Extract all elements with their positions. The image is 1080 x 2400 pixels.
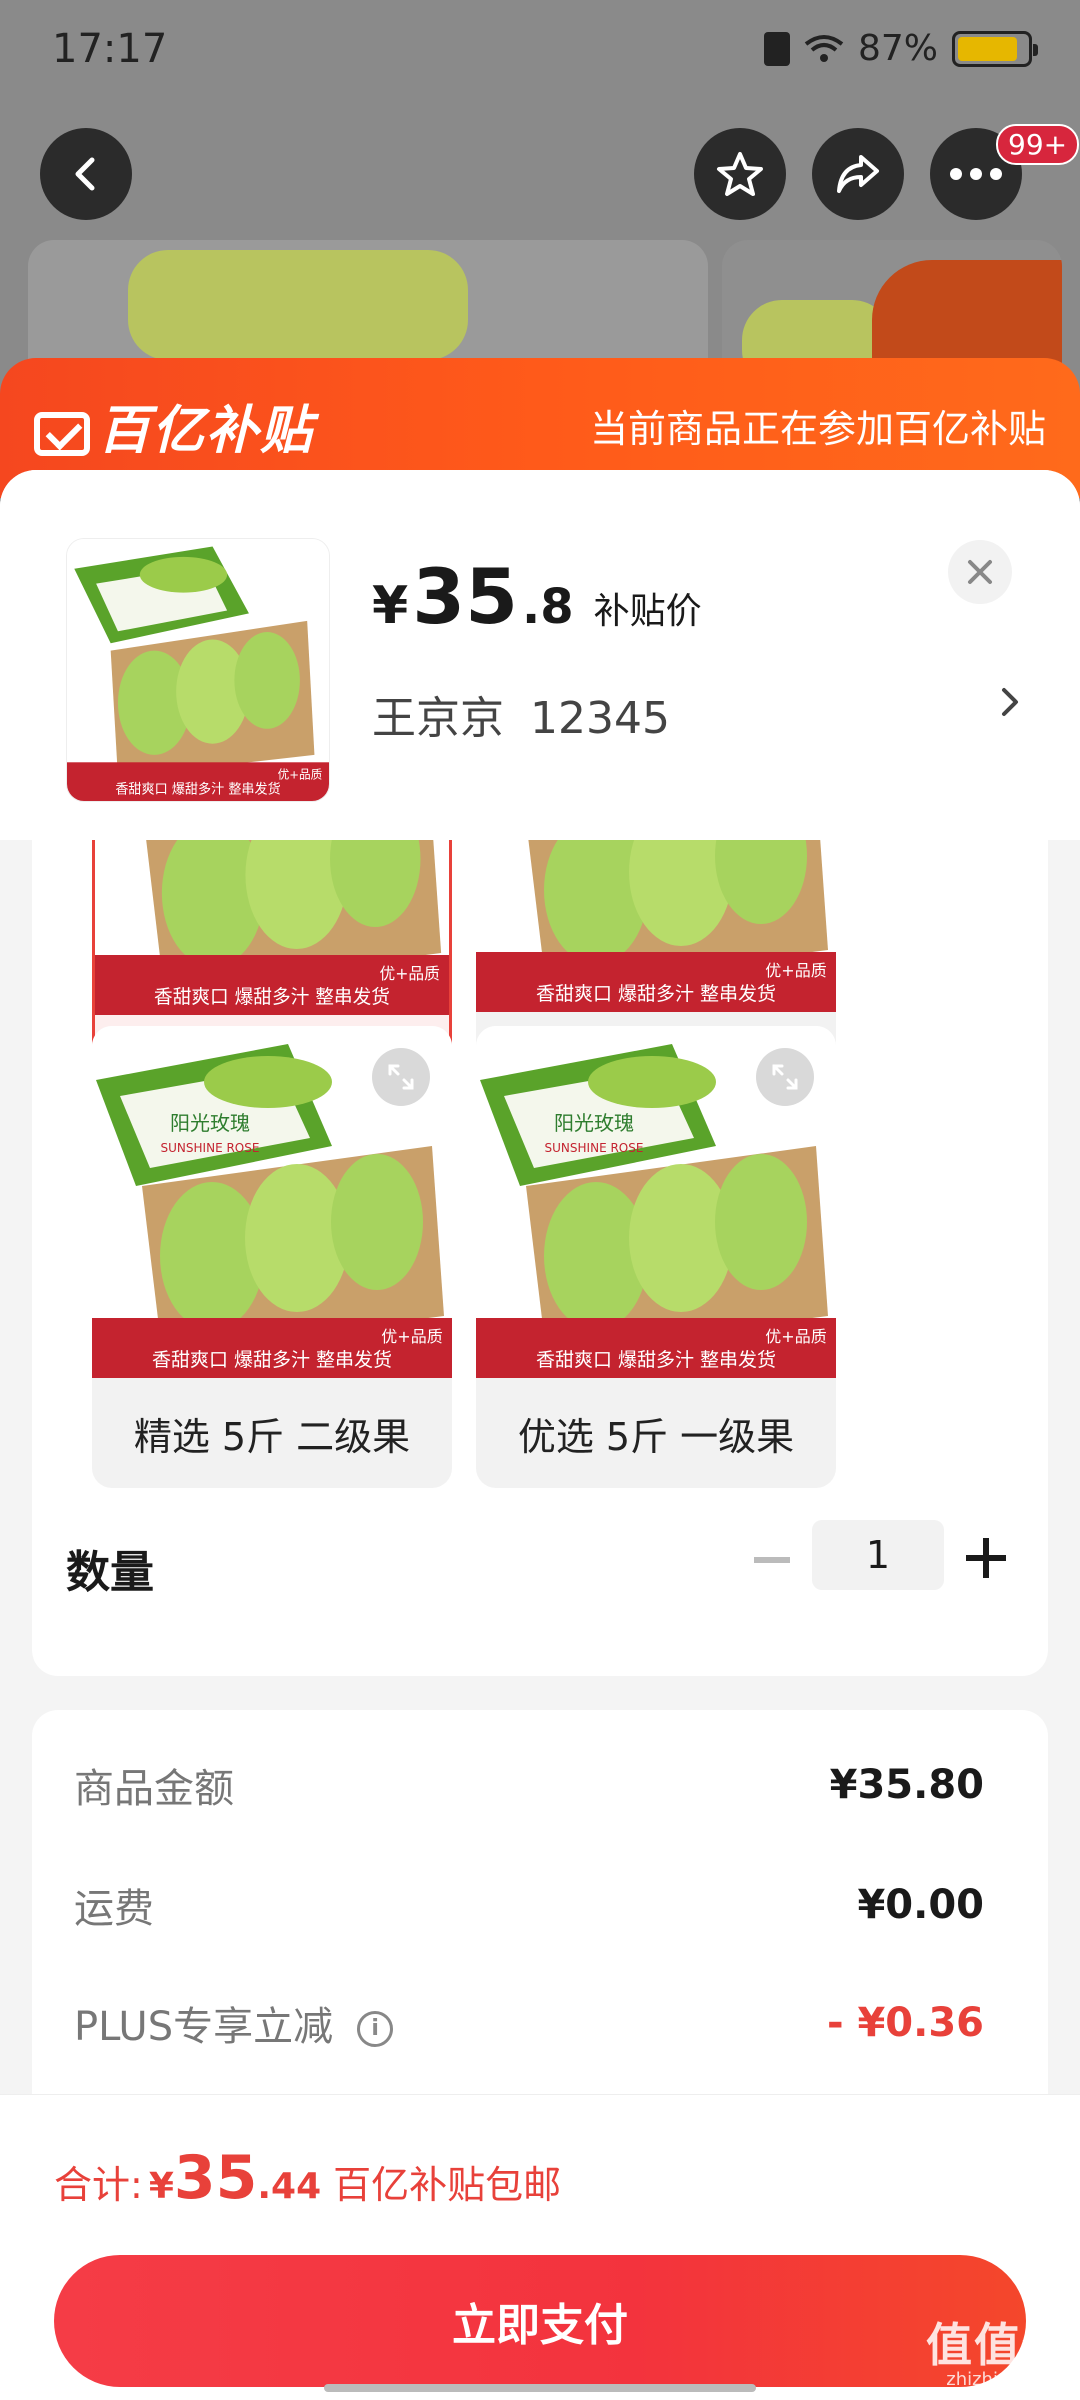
subsidy-logo: 百亿补贴 <box>34 388 314 463</box>
svg-text:香甜爽口 爆甜多汁 整串发货: 香甜爽口 爆甜多汁 整串发货 <box>536 1349 776 1371</box>
chevron-left-icon <box>75 157 95 191</box>
variant-label: 精选 5斤 二级果 <box>133 1414 411 1459</box>
shipping-address[interactable]: 王京京 12345 <box>372 682 696 746</box>
watermark-url: zhizhizhi.com <box>946 2369 1068 2390</box>
cost-label: PLUS专享立减 <box>74 2004 334 2050</box>
svg-text:香甜爽口 爆甜多汁 整串发货: 香甜爽口 爆甜多汁 整串发货 <box>152 1349 392 1371</box>
variant-option[interactable]: 阳光玫瑰 SUNSHINE ROSE 香甜爽口 爆甜多汁 整串发货 优+品质 优… <box>476 1026 836 1488</box>
sim-icon <box>763 31 790 66</box>
battery-icon <box>952 30 1038 67</box>
variant-image: 阳光玫瑰 SUNSHINE ROSE 香甜爽口 爆甜多汁 整串发货 优+品质 <box>476 1026 836 1378</box>
back-button[interactable] <box>40 128 132 220</box>
svg-text:优+品质: 优+品质 <box>278 768 323 782</box>
checkout-bar: 合计: ¥35.44 百亿补贴包邮 立即支付 值值值 zhizhizhi.com <box>0 2094 1080 2400</box>
subsidy-note: 当前商品正在参加百亿补贴 <box>589 407 1046 451</box>
expand-image-button[interactable] <box>372 1048 430 1106</box>
grape-box-image: 阳光玫瑰 SUNSHINE ROSE 香甜爽口 爆甜多汁 整串发货 优+品质 <box>95 840 449 1015</box>
share-icon <box>837 155 879 193</box>
cost-summary: 商品金额 ¥35.80 运费 ¥0.00 PLUS专享立减 i - ¥0.36 <box>32 1710 1048 2130</box>
notification-badge: 99+ <box>996 124 1080 165</box>
cost-row-plus-discount: PLUS专享立减 i - ¥0.36 <box>74 1994 984 2052</box>
price-tag: 补贴价 <box>593 591 702 632</box>
cost-value: ¥35.80 <box>829 1762 984 1808</box>
svg-text:优+品质: 优+品质 <box>765 961 826 980</box>
pay-now-button[interactable]: 立即支付 <box>54 2255 1026 2387</box>
battery-percent: 87% <box>857 28 938 69</box>
subsidy-check-icon <box>34 412 90 456</box>
variant-image: 阳光玫瑰 SUNSHINE ROSE 香甜爽口 爆甜多汁 整串发货 优+品质 <box>476 840 836 1012</box>
svg-text:香甜爽口 爆甜多汁 整串发货: 香甜爽口 爆甜多汁 整串发货 <box>154 986 390 1008</box>
recipient-name: 王京京 <box>372 693 504 744</box>
star-icon <box>717 152 763 196</box>
variant-option[interactable]: 阳光玫瑰 SUNSHINE ROSE 香甜爽口 爆甜多汁 整串发货 优+品质 精… <box>92 1026 452 1488</box>
expand-image-button[interactable] <box>756 1048 814 1106</box>
cost-row-shipping: 运费 ¥0.00 <box>74 1876 984 1934</box>
cost-label: 商品金额 <box>74 1766 234 1812</box>
svg-text:优+品质: 优+品质 <box>381 1327 442 1346</box>
favorite-button[interactable] <box>694 128 786 220</box>
total-price: 合计: ¥35.44 百亿补贴包邮 <box>54 2143 562 2213</box>
grape-box-image: 香甜爽口 爆甜多汁 整串发货 优+品质 <box>67 539 329 801</box>
variant-selector: 阳光玫瑰 SUNSHINE ROSE 香甜爽口 爆甜多汁 整串发货 优+品质 精… <box>32 840 1048 1676</box>
svg-text:香甜爽口 爆甜多汁 整串发货: 香甜爽口 爆甜多汁 整串发货 <box>115 780 280 797</box>
svg-text:优+品质: 优+品质 <box>765 1327 826 1346</box>
quantity-row: 数量 1 <box>32 1500 1048 1620</box>
info-icon[interactable]: i <box>357 2011 394 2047</box>
expand-icon <box>388 1064 414 1090</box>
plus-icon <box>966 1538 1006 1578</box>
close-icon <box>968 560 992 584</box>
quantity-label: 数量 <box>66 1547 154 1598</box>
product-thumbnail: 香甜爽口 爆甜多汁 整串发货 优+品质 <box>66 538 330 802</box>
svg-text:SUNSHINE ROSE: SUNSHINE ROSE <box>545 1141 644 1155</box>
quantity-minus-button[interactable] <box>752 1540 792 1580</box>
variant-image: 阳光玫瑰 SUNSHINE ROSE 香甜爽口 爆甜多汁 整串发货 优+品质 <box>92 1026 452 1378</box>
svg-text:优+品质: 优+品质 <box>379 964 439 983</box>
cost-value: ¥0.00 <box>857 1882 984 1928</box>
variant-label: 优选 5斤 一级果 <box>517 1414 795 1459</box>
quantity-input[interactable]: 1 <box>812 1520 944 1590</box>
expand-icon <box>772 1064 798 1090</box>
svg-text:阳光玫瑰: 阳光玫瑰 <box>170 1111 250 1135</box>
svg-text:香甜爽口 爆甜多汁 整串发货: 香甜爽口 爆甜多汁 整串发货 <box>536 983 776 1005</box>
chevron-right-icon[interactable] <box>990 682 1030 722</box>
recipient-code: 12345 <box>530 693 670 744</box>
quantity-plus-button[interactable] <box>964 1536 1008 1580</box>
battery-level <box>958 36 1018 61</box>
close-button[interactable] <box>948 540 1012 604</box>
grape-box-image: 阳光玫瑰 SUNSHINE ROSE 香甜爽口 爆甜多汁 整串发货 优+品质 <box>476 840 836 1012</box>
svg-text:SUNSHINE ROSE: SUNSHINE ROSE <box>161 1141 260 1155</box>
status-bar: 17:17 87% <box>0 0 1080 100</box>
cost-row-subtotal: 商品金额 ¥35.80 <box>74 1756 984 1814</box>
wifi-icon <box>804 34 844 62</box>
watermark: 值值值 <box>926 2318 1070 2372</box>
total-note: 百亿补贴包邮 <box>333 2163 562 2207</box>
minus-icon <box>754 1557 790 1563</box>
svg-text:阳光玫瑰: 阳光玫瑰 <box>554 1111 634 1135</box>
product-summary: 香甜爽口 爆甜多汁 整串发货 优+品质 ¥35.8 补贴价 王京京 12345 <box>0 470 1080 840</box>
more-dots-icon <box>950 168 1002 180</box>
variant-image: 阳光玫瑰 SUNSHINE ROSE 香甜爽口 爆甜多汁 整串发货 优+品质 <box>95 840 449 1015</box>
share-button[interactable] <box>812 128 904 220</box>
cost-label: 运费 <box>74 1886 154 1932</box>
cost-value: - ¥0.36 <box>826 2000 984 2046</box>
product-price: ¥35.8 补贴价 <box>372 552 702 641</box>
status-time: 17:17 <box>52 26 168 72</box>
home-indicator[interactable] <box>324 2384 756 2392</box>
